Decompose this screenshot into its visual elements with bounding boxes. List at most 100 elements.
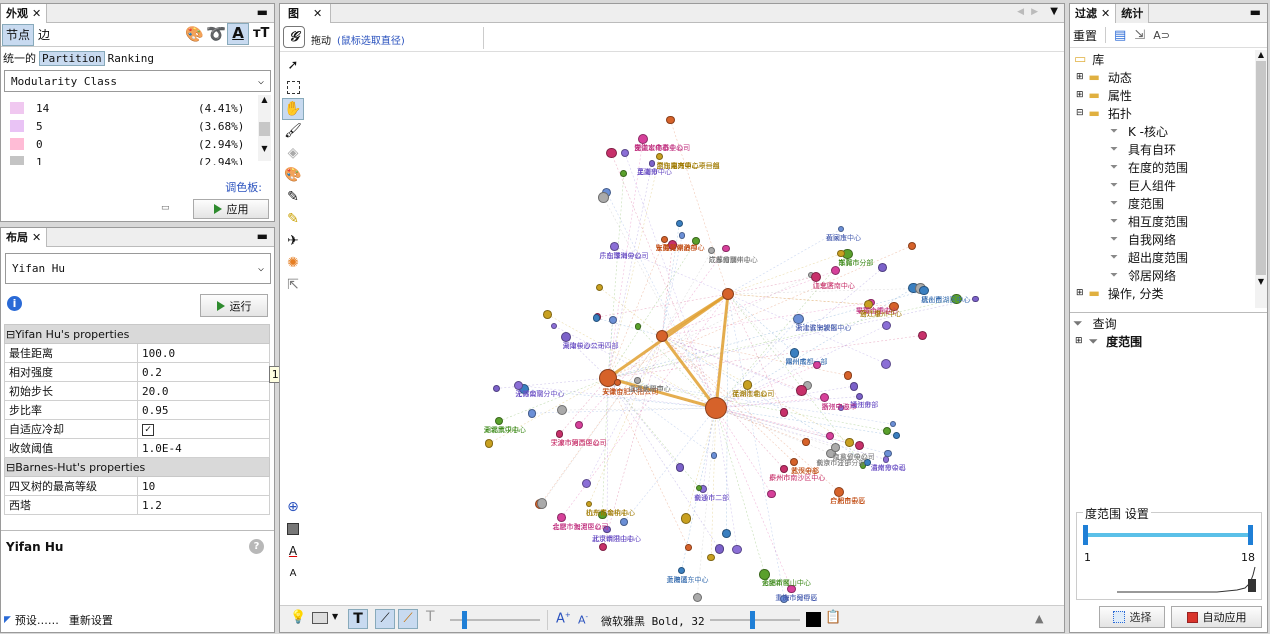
painter-icon[interactable]: 🖌 <box>282 120 304 142</box>
collapse-icon[interactable]: ⊟ <box>1076 108 1084 118</box>
font-name-label[interactable]: 微软雅黑 Bold, 32 <box>601 613 705 629</box>
export-icon[interactable]: ⇲ <box>1134 28 1145 43</box>
partition-color-swatch[interactable] <box>10 102 24 114</box>
graph-node[interactable] <box>536 497 548 509</box>
scroll-up-icon[interactable]: ▲ <box>258 95 271 104</box>
graph-node[interactable] <box>494 417 503 426</box>
font-increase-icon[interactable]: A+ <box>556 611 571 626</box>
label-color-swatch[interactable] <box>806 612 821 627</box>
property-row[interactable]: 步比率 0.95 <box>4 400 270 420</box>
graph-node[interactable] <box>972 295 979 302</box>
info-icon[interactable]: i <box>7 296 22 311</box>
graph-node[interactable] <box>893 432 901 440</box>
graph-node[interactable] <box>556 404 568 416</box>
partition-row[interactable]: 14 (4.41%) <box>4 99 256 117</box>
tab-appearance[interactable]: 外观 ✕ <box>1 3 48 23</box>
graph-node[interactable] <box>707 553 715 562</box>
help-icon[interactable]: ? <box>249 539 264 554</box>
zoom-fit-icon[interactable]: ⊕ <box>282 496 304 518</box>
property-value[interactable]: 100.0 <box>142 347 175 360</box>
tab-graph[interactable]: 图 ✕ <box>280 3 332 23</box>
graph-node[interactable] <box>656 330 668 342</box>
edge-weight-slider[interactable] <box>450 611 540 629</box>
property-row[interactable]: 收敛阈值 1.0E-4 <box>4 438 270 458</box>
label-color-icon[interactable]: A <box>282 540 304 562</box>
graph-node[interactable] <box>678 232 686 239</box>
graph-node[interactable] <box>711 452 718 459</box>
scroll-thumb[interactable] <box>1256 61 1266 275</box>
rect-select-icon[interactable] <box>282 76 304 98</box>
graph-node[interactable] <box>592 314 601 322</box>
graph-node[interactable] <box>837 226 845 233</box>
degree-range-slider[interactable] <box>1083 525 1253 545</box>
filter-tree-item[interactable]: ⏷ 度范围 <box>1070 194 1267 212</box>
graph-node[interactable] <box>581 478 592 489</box>
graph-node[interactable] <box>890 421 897 428</box>
scroll-up-icon[interactable]: ▲ <box>1255 50 1267 59</box>
graph-node[interactable] <box>790 458 799 467</box>
graph-node[interactable] <box>675 463 685 472</box>
graph-node[interactable] <box>666 115 675 125</box>
graph-node[interactable] <box>721 529 731 538</box>
graph-node[interactable] <box>845 438 854 447</box>
partition-row[interactable]: 5 (3.68%) <box>4 117 256 135</box>
graph-node[interactable] <box>677 566 686 575</box>
presets-menu[interactable]: ◤ 预设…… <box>4 612 59 628</box>
expand-icon[interactable]: ⊞ <box>1076 72 1084 82</box>
property-value[interactable]: 20.0 <box>142 385 169 398</box>
pencil-icon[interactable]: ✎ <box>282 186 304 208</box>
layout-algorithm-select[interactable]: Yifan Hu ⌵ <box>5 253 271 284</box>
graph-node[interactable] <box>882 456 889 463</box>
graph-node[interactable] <box>585 500 593 507</box>
edge-mode-icon[interactable]: ⟋ <box>375 609 395 629</box>
graph-node[interactable] <box>634 377 642 384</box>
text-icon[interactable]: T <box>426 609 435 625</box>
edge-pencil-icon[interactable]: ✎ <box>282 208 304 230</box>
filter-tree-item[interactable]: ⏷ K -核心 <box>1070 122 1267 140</box>
select-button[interactable]: 选择 <box>1099 606 1165 628</box>
graph-node[interactable] <box>884 450 892 458</box>
filter-tree-item[interactable]: ⊞ ▬ 动态 <box>1070 68 1267 86</box>
property-row[interactable]: 最佳距离 100.0 <box>4 343 270 363</box>
minimize-icon[interactable]: ▬ <box>257 5 268 19</box>
graph-node[interactable] <box>881 358 892 369</box>
graph-node[interactable] <box>705 397 727 419</box>
filters-reset-button[interactable]: 重置 <box>1073 27 1097 44</box>
graph-node[interactable] <box>684 544 692 552</box>
pointer-icon[interactable]: ➚ <box>282 54 304 76</box>
scroll-down-icon[interactable]: ▼ <box>258 144 271 153</box>
edge-color-icon[interactable]: ⟋ <box>398 609 418 629</box>
rename-icon[interactable]: A⊃ <box>1153 29 1170 42</box>
attribute-select[interactable]: Modularity Class ⌵ <box>4 70 271 92</box>
graph-node[interactable] <box>878 263 887 273</box>
label-color-icon[interactable]: A <box>227 23 249 45</box>
library-scrollbar[interactable]: ▲ ▼ <box>1255 50 1267 308</box>
mode-ranking[interactable]: Ranking <box>105 52 154 65</box>
graph-node[interactable] <box>484 439 493 448</box>
tabs-dropdown-icon[interactable]: ▼ <box>1050 6 1058 17</box>
section-header[interactable]: ⊟Barnes-Hut's properties <box>4 457 270 477</box>
label-size-slider[interactable] <box>710 611 800 629</box>
filter-tree-item[interactable]: ⊞ ▬ 操作, 分类 <box>1070 284 1267 302</box>
graph-node[interactable] <box>714 544 725 555</box>
checkbox[interactable]: ✓ <box>142 424 154 436</box>
graph-node[interactable] <box>605 147 617 159</box>
save-icon[interactable]: ▭ <box>161 203 170 213</box>
close-icon[interactable]: ✕ <box>32 7 41 20</box>
graph-node[interactable] <box>802 438 810 446</box>
graph-node[interactable] <box>556 430 564 438</box>
property-value[interactable]: 1.2 <box>142 499 162 512</box>
partition-color-swatch[interactable] <box>10 120 24 132</box>
tab-layout[interactable]: 布局 ✕ <box>1 227 48 247</box>
expand-icon[interactable]: ⊞ <box>1076 288 1084 298</box>
screenshot-icon[interactable] <box>312 612 328 624</box>
tab-edges[interactable]: 边 <box>34 26 54 43</box>
graph-node[interactable] <box>574 421 583 430</box>
filter-tree-item[interactable]: ⊞ ▬ 属性 <box>1070 86 1267 104</box>
tab-filters[interactable]: 过滤 ✕ <box>1070 3 1117 23</box>
graph-node[interactable] <box>843 371 853 380</box>
graph-node[interactable] <box>661 236 668 243</box>
graph-node[interactable] <box>680 513 691 524</box>
graph-node[interactable] <box>780 465 789 473</box>
graph-node[interactable] <box>907 241 916 250</box>
